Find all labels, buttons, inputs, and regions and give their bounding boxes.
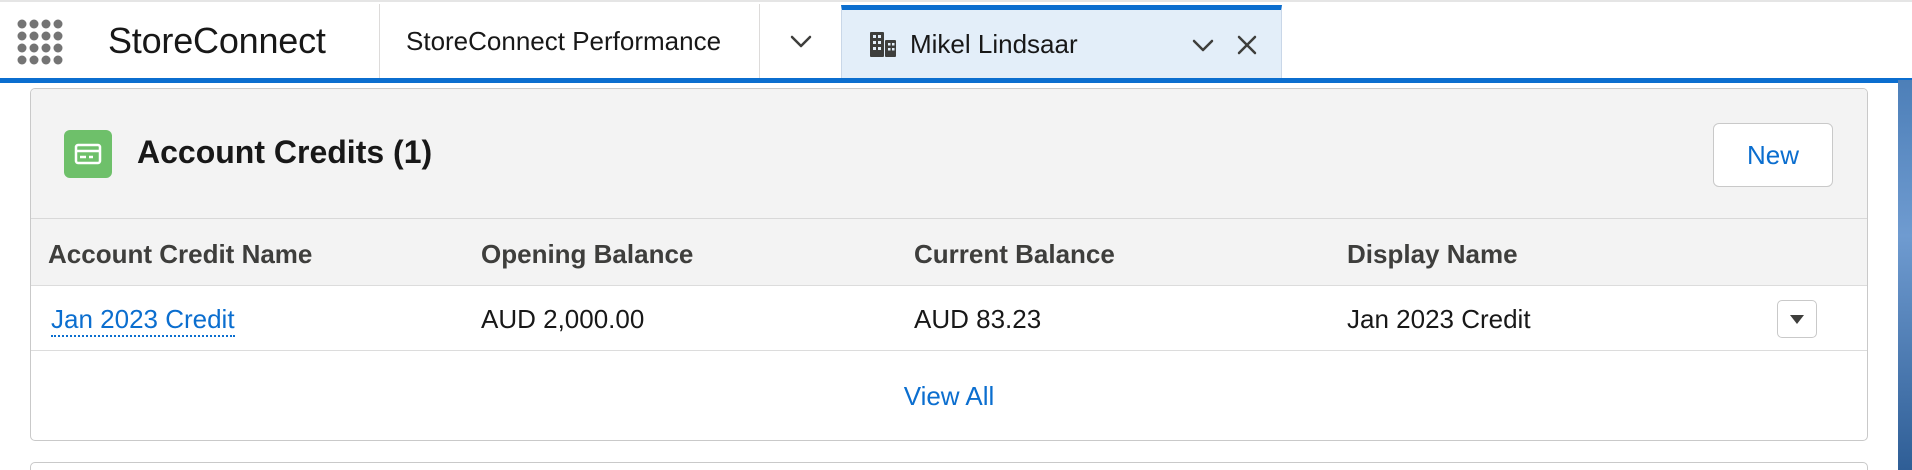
app-launcher-grid-icon[interactable] [14, 16, 66, 68]
table-header-row: Account Credit Name Opening Balance Curr… [31, 219, 1867, 286]
table-row: Jan 2023 Credit AUD 2,000.00 AUD 83.23 J… [31, 287, 1867, 351]
background-strip [1898, 80, 1912, 470]
card-title: Account Credits (1) [137, 134, 433, 170]
opening-balance-value: AUD 2,000.00 [481, 304, 645, 334]
view-all-footer: View All [31, 351, 1867, 440]
caret-down-icon [1790, 315, 1804, 324]
account-credit-name-link[interactable]: Jan 2023 Credit [51, 304, 235, 337]
building-icon [870, 32, 896, 57]
page: StoreConnect StoreConnect Performance Mi… [0, 0, 1912, 470]
nav-item-label: StoreConnect Performance [406, 25, 722, 56]
column-header-current-balance[interactable]: Current Balance [914, 239, 1115, 270]
tab-label: Mikel Lindsaar [910, 28, 1078, 59]
account-credit-icon [64, 130, 112, 178]
app-name: StoreConnect [108, 20, 326, 61]
nav-item-storeconnect-performance[interactable]: StoreConnect Performance [379, 4, 759, 78]
top-navigation-bar: StoreConnect StoreConnect Performance Mi… [0, 0, 1912, 83]
column-header-opening-balance[interactable]: Opening Balance [481, 239, 693, 270]
column-header-account-credit-name[interactable]: Account Credit Name [48, 239, 312, 270]
next-card-edge [30, 462, 1868, 470]
row-actions-button[interactable] [1777, 300, 1817, 338]
tab-mikel-lindsaar[interactable]: Mikel Lindsaar [841, 5, 1282, 78]
active-tab-underline [0, 78, 1912, 83]
current-balance-value: AUD 83.23 [914, 304, 1042, 334]
column-header-display-name[interactable]: Display Name [1347, 239, 1518, 270]
account-credits-card: Account Credits (1) New Account Credit N… [30, 88, 1868, 441]
new-button[interactable]: New [1713, 123, 1833, 187]
close-icon[interactable] [1234, 32, 1260, 58]
nav-more-dropdown[interactable] [759, 4, 841, 78]
tab-chevron-down-icon[interactable] [1190, 32, 1216, 58]
view-all-link[interactable]: View All [904, 381, 995, 412]
display-name-value: Jan 2023 Credit [1347, 304, 1531, 334]
card-header: Account Credits (1) New [31, 89, 1867, 219]
chevron-down-icon [790, 35, 811, 48]
